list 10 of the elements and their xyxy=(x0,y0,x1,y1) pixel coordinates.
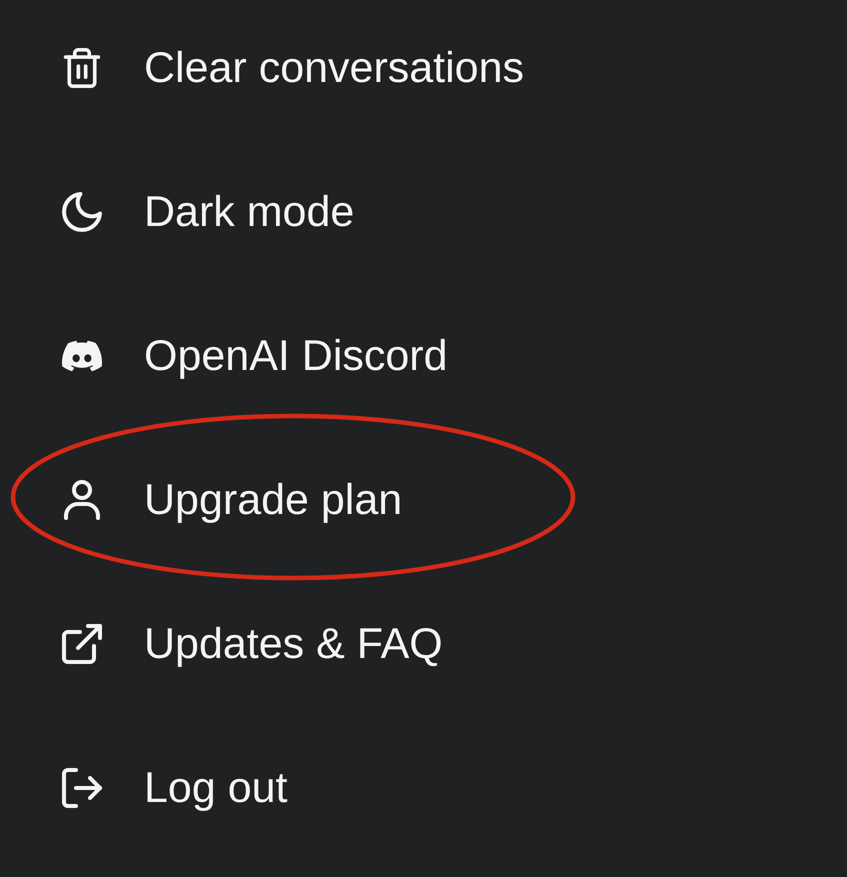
external-link-icon xyxy=(62,624,102,664)
menu-item[interactable]: Dark mode xyxy=(62,180,354,244)
menu-item[interactable]: Log out xyxy=(62,756,288,820)
menu-item[interactable]: Updates & FAQ xyxy=(62,612,443,676)
menu-item[interactable]: OpenAI Discord xyxy=(62,324,448,388)
logout-icon xyxy=(62,768,102,808)
moon-icon xyxy=(62,192,102,232)
trash-icon xyxy=(62,48,102,88)
user-icon xyxy=(62,480,102,520)
menu-item[interactable]: Clear conversations xyxy=(62,36,524,100)
